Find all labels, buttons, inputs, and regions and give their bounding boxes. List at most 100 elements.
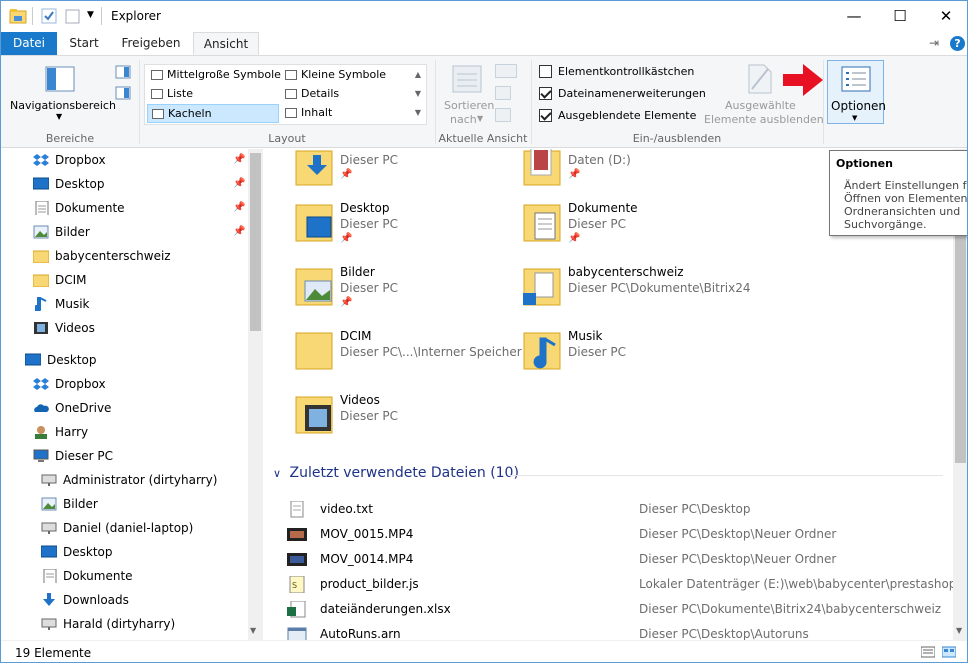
title-bar: ▼ Explorer — ☐ ✕ <box>1 1 967 32</box>
status-bar: 19 Elemente <box>1 640 967 662</box>
layout-gallery-scroll[interactable]: ▲ ▼ ▼ <box>411 65 425 123</box>
table-row[interactable]: S product_bilder.js Lokaler Datenträger … <box>283 572 953 597</box>
content-scroll-down-icon[interactable]: ▼ <box>956 626 962 635</box>
title-separator <box>101 7 102 25</box>
gallery-expand-icon[interactable]: ▼ <box>411 103 425 122</box>
video-file-icon <box>287 528 307 541</box>
minimize-button[interactable]: — <box>831 1 877 32</box>
recent-files-header[interactable]: ∨ Zuletzt verwendete Dateien (10) <box>273 465 519 481</box>
tab-start[interactable]: Start <box>61 32 107 55</box>
pin-icon[interactable]: 📌 <box>233 226 245 237</box>
tile-videos[interactable]: Videos Dieser PC <box>295 393 515 453</box>
new-folder-icon[interactable] <box>65 8 81 24</box>
nav-item-label: Desktop <box>55 177 105 191</box>
item-checkboxes-checkbox[interactable] <box>539 65 552 78</box>
tile-dokumente[interactable]: Dokumente Dieser PC 📌 <box>523 201 743 261</box>
close-button[interactable]: ✕ <box>923 1 967 32</box>
details-view-icon[interactable] <box>921 646 935 658</box>
pin-ribbon-icon[interactable]: ⇥ <box>929 36 939 50</box>
desktop-icon <box>33 177 49 190</box>
tile-musik[interactable]: Musik Dieser PC <box>523 329 743 389</box>
table-row[interactable]: MOV_0014.MP4 Dieser PC\Desktop\Neuer Ord… <box>283 547 948 572</box>
maximize-button[interactable]: ☐ <box>877 1 923 32</box>
size-columns-icon[interactable] <box>495 108 511 122</box>
nav-scroll-down-icon[interactable]: ▼ <box>250 626 256 635</box>
large-icons-view-icon[interactable] <box>942 646 956 658</box>
options-button[interactable]: Optionen ▼ <box>827 60 886 124</box>
tile-location: Dieser PC\...\Interner Speicher <box>340 345 522 359</box>
hidden-items-checkbox[interactable] <box>539 109 552 122</box>
sort-by-icon[interactable] <box>452 64 482 94</box>
layout-small-icons[interactable]: Kleine Symbole <box>281 66 411 85</box>
tab-freigeben[interactable]: Freigeben <box>113 32 189 55</box>
table-row[interactable]: video.txt Dieser PC\Desktop <box>283 497 948 522</box>
file-name: video.txt <box>320 502 373 516</box>
details-pane-icon[interactable] <box>115 86 131 100</box>
sort-by-label[interactable]: Sortieren <box>444 99 494 112</box>
tile-name: babycenterschweiz <box>568 265 684 279</box>
tooltip-line: Ordneransichten und <box>844 205 961 218</box>
navigation-pane-label[interactable]: Navigationsbereich <box>10 99 116 112</box>
layout-list[interactable]: Liste <box>147 85 279 104</box>
chevron-up-icon[interactable]: ▲ <box>411 65 425 84</box>
music-folder-icon <box>523 332 561 370</box>
tile-location: Dieser PC <box>340 281 398 295</box>
options-icon <box>841 66 871 92</box>
customize-quick-access-icon[interactable]: ▼ <box>87 10 94 20</box>
tab-ansicht[interactable]: Ansicht <box>193 32 259 55</box>
hidden-items-label[interactable]: Ausgeblendete Elemente <box>558 109 696 122</box>
preview-pane-icon[interactable] <box>115 65 131 79</box>
tile-dcim[interactable]: DCIM Dieser PC\...\Interner Speicher <box>295 329 522 389</box>
shared-folder-icon <box>523 268 561 306</box>
pin-icon[interactable]: 📌 <box>233 154 245 165</box>
pin-icon[interactable]: 📌 <box>233 202 245 213</box>
nav-item-label: Downloads <box>63 593 129 607</box>
dropbox-icon <box>33 378 49 390</box>
documents-icon <box>43 569 57 583</box>
tile-desktop[interactable]: Desktop Dieser PC 📌 <box>295 201 515 261</box>
downloads-folder-icon <box>295 150 333 186</box>
tile-downloads[interactable]: Dieser PC 📌 <box>295 149 515 205</box>
properties-icon[interactable] <box>41 8 57 24</box>
network-drive-icon <box>41 618 57 630</box>
nav-scrollbar-thumb[interactable] <box>250 153 261 331</box>
documents-folder-icon <box>523 204 561 242</box>
help-icon[interactable]: ? <box>950 36 965 51</box>
pin-icon[interactable]: 📌 <box>233 178 245 189</box>
file-extensions-label[interactable]: Dateinamenerweiterungen <box>558 87 706 100</box>
table-row[interactable]: MOV_0015.MP4 Dieser PC\Desktop\Neuer Ord… <box>283 522 948 547</box>
medium-icons-icon <box>151 70 163 80</box>
hide-selected-icon[interactable] <box>746 63 774 95</box>
nav-item-label: Desktop <box>63 545 113 559</box>
music-icon <box>35 297 47 311</box>
pin-icon: 📌 <box>568 233 581 244</box>
chevron-down-icon[interactable]: ∨ <box>273 467 281 480</box>
tile-babycenterschweiz[interactable]: babycenterschweiz Dieser PC\Dokumente\Bi… <box>523 265 750 325</box>
layout-details[interactable]: Details <box>281 85 411 104</box>
tile-bilder[interactable]: Bilder Dieser PC 📌 <box>295 265 515 325</box>
add-columns-icon[interactable] <box>495 86 511 100</box>
chevron-down-icon[interactable]: ▼ <box>411 84 425 103</box>
file-extensions-checkbox[interactable] <box>539 87 552 100</box>
table-row[interactable]: dateiänderungen.xlsx Dieser PC\Dokumente… <box>283 597 948 622</box>
layout-tiles[interactable]: Kacheln <box>147 104 279 123</box>
folder-icon <box>295 332 333 370</box>
pc-icon <box>33 449 49 462</box>
item-checkboxes-label[interactable]: Elementkontrollkästchen <box>558 65 694 78</box>
explorer-folder-icon[interactable] <box>9 8 27 24</box>
ribbon-tabs: Datei Start Freigeben Ansicht ⇥ ? <box>1 32 967 55</box>
tab-datei[interactable]: Datei <box>1 32 57 55</box>
navigation-pane: Dropbox 📌 Desktop 📌 Dokumente 📌 Bilder 📌… <box>1 149 263 640</box>
layout-medium-icons[interactable]: Mittelgroße Symbole <box>147 66 281 85</box>
tile-location: Dieser PC <box>340 153 398 167</box>
tile-daten-d[interactable]: Daten (D:) 📌 <box>523 149 743 205</box>
tile-name: DCIM <box>340 329 372 343</box>
network-drive-icon <box>41 474 57 486</box>
table-row[interactable]: AutoRuns.arn Dieser PC\Desktop\Autoruns <box>283 622 948 640</box>
navigation-pane-icon[interactable] <box>45 66 75 92</box>
hide-selected-label[interactable]: Ausgewählte <box>725 99 796 112</box>
file-name: MOV_0015.MP4 <box>320 527 414 541</box>
navigation-pane-dropdown-icon[interactable]: ▼ <box>56 112 62 121</box>
layout-content[interactable]: Inhalt <box>281 104 411 123</box>
group-by-icon[interactable] <box>495 64 517 78</box>
